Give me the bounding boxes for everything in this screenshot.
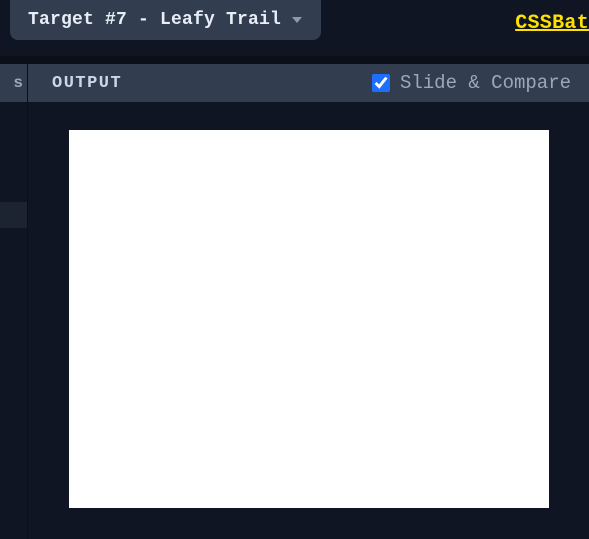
chevron-down-icon [291,15,303,25]
top-bar: Target #7 - Leafy Trail CSSBat [0,0,589,56]
target-label: Target #7 - Leafy Trail [28,10,281,30]
brand-link[interactable]: CSSBat [515,0,589,35]
divider-shelf [0,56,589,64]
left-panel-tab-fragment[interactable]: s [0,64,27,102]
output-panel-title: OUTPUT [52,74,122,93]
left-panel-sliver: s [0,64,28,539]
slide-compare-toggle[interactable]: Slide & Compare [372,72,571,94]
editor-line-highlight[interactable] [0,202,27,228]
panel-row: s OUTPUT Slide & Compare [0,64,589,539]
slide-compare-label: Slide & Compare [400,72,571,94]
slide-compare-checkbox[interactable] [372,74,390,92]
editor-fragment[interactable] [0,102,27,202]
target-selector-tab[interactable]: Target #7 - Leafy Trail [10,0,321,40]
output-panel-header: OUTPUT Slide & Compare [28,64,589,102]
output-canvas[interactable] [69,130,549,508]
output-panel: OUTPUT Slide & Compare [28,64,589,539]
editor-fragment-rest[interactable] [0,228,27,539]
output-canvas-area [28,102,589,539]
